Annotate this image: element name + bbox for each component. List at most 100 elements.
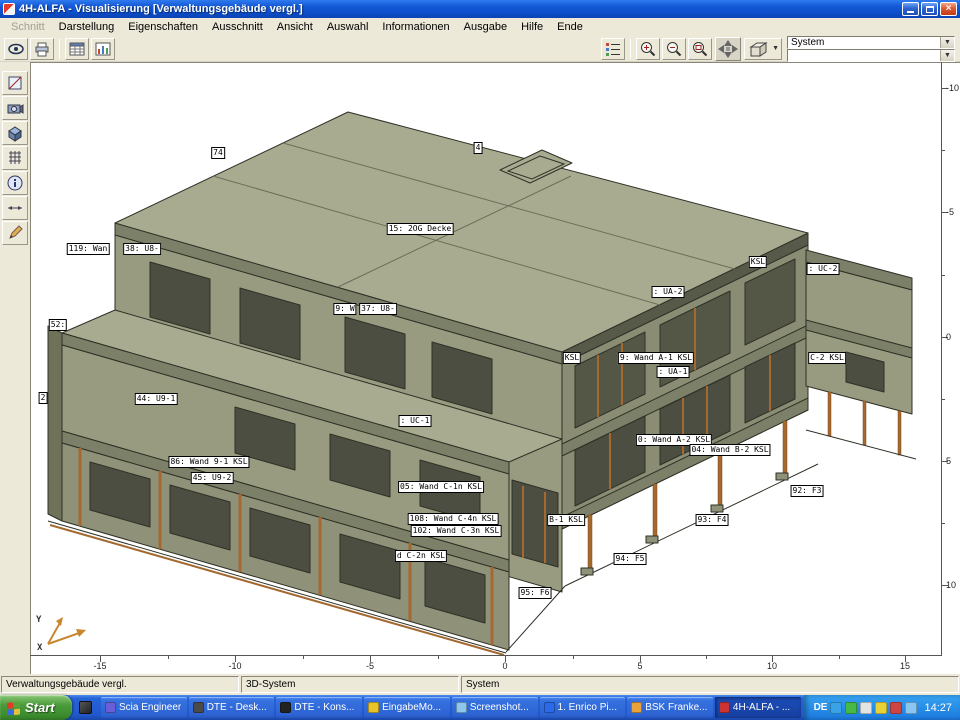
tray-icon-5[interactable] [890, 702, 902, 714]
toolbar-separator [59, 39, 60, 59]
statusbar: Verwaltungsgebäude vergl. 3D-System Syst… [0, 674, 960, 695]
tray-icon-4[interactable] [875, 702, 887, 714]
taskbar-item-bsk-franke[interactable]: BSK Franke... [627, 697, 713, 718]
ruler-value: -10 [946, 83, 959, 93]
numbered-view-button[interactable] [601, 38, 625, 60]
element-label: d C-2n KSL [395, 550, 447, 562]
titlebar: 4H-ALFA - Visualisierung [Verwaltungsgeb… [0, 0, 960, 18]
pan-control[interactable] [715, 37, 741, 61]
taskbar-item-1-enrico-pi[interactable]: 1. Enrico Pi... [540, 697, 626, 718]
element-label: : UA-2 [652, 286, 685, 298]
ruler-value: -10 [228, 661, 241, 671]
taskbar-item-label: DTE - Kons... [294, 702, 354, 713]
table-button[interactable] [65, 38, 89, 60]
close-button[interactable]: × [940, 2, 957, 16]
taskbar-app-icon [631, 702, 642, 713]
zoom-out-button[interactable] [662, 38, 686, 60]
element-label: 93: F4 [696, 514, 729, 526]
ruler-tick-minor [942, 523, 945, 524]
view-eye-button[interactable] [4, 38, 28, 60]
taskbar-item-screenshot[interactable]: Screenshot... [452, 697, 538, 718]
taskbar-item-dte-desk[interactable]: DTE - Desk... [189, 697, 275, 718]
secondary-combobox-value [788, 50, 940, 61]
element-label: C-2 KSL [808, 352, 846, 364]
ruler-value: 0 [502, 661, 507, 671]
print-button[interactable] [30, 38, 54, 60]
menu-ansicht[interactable]: Ansicht [270, 20, 320, 34]
quick-launch [72, 695, 98, 720]
minimize-button[interactable] [902, 2, 919, 16]
element-label: 45: U9-2 [191, 472, 234, 484]
ruler-tick-minor [942, 399, 945, 400]
taskbar: Start Scia Engineer DTE - Desk... DTE - Ko… [0, 695, 960, 720]
menu-ende[interactable]: Ende [550, 20, 590, 34]
chevron-down-icon: ▼ [772, 45, 779, 52]
ruler-tick-minor [839, 656, 840, 659]
ruler-value: -5 [366, 661, 374, 671]
view-tool-button[interactable] [2, 96, 28, 120]
numbered-list-icon [604, 40, 622, 58]
tray-icon-3[interactable] [860, 702, 872, 714]
axis-x-label: X [37, 643, 42, 653]
tray-icon-2[interactable] [845, 702, 857, 714]
drawing-canvas[interactable]: 74415: 2OG Decke119: Wan38: U8-9: W37: U… [30, 62, 960, 674]
info-tool-button[interactable] [2, 171, 28, 195]
ruler-value: 10 [767, 661, 777, 671]
taskbar-item-label: Screenshot... [470, 702, 529, 713]
taskbar-app-icon [368, 702, 379, 713]
language-indicator[interactable]: DE [814, 702, 828, 713]
taskbar-app-icon [193, 702, 204, 713]
taskbar-item-dte-kons[interactable]: DTE - Kons... [276, 697, 362, 718]
building-model[interactable] [48, 112, 916, 655]
ruler-tick-minor [168, 656, 169, 659]
element-label: 92: F3 [791, 485, 824, 497]
table-icon [68, 40, 86, 58]
menu-informationen[interactable]: Informationen [375, 20, 456, 34]
maximize-button[interactable] [921, 2, 938, 16]
element-label: 44: U9-1 [135, 393, 178, 405]
zoom-window-button[interactable] [688, 38, 712, 60]
element-label: KSL [749, 256, 767, 268]
menu-darstellung[interactable]: Darstellung [52, 20, 122, 34]
menu-hilfe[interactable]: Hilfe [514, 20, 550, 34]
tray-icon-6[interactable] [905, 702, 917, 714]
menu-ausgabe[interactable]: Ausgabe [457, 20, 514, 34]
taskbar-item-label: DTE - Desk... [207, 702, 267, 713]
ruler-tick-minor [942, 275, 945, 276]
ruler-value: 10 [946, 580, 956, 590]
task-buttons: Scia Engineer DTE - Desk... DTE - Kons... E… [98, 695, 804, 720]
combobox-arrow-button[interactable]: ▼ [940, 37, 954, 48]
measure-tool-button[interactable] [2, 196, 28, 220]
clock[interactable]: 14:27 [924, 702, 952, 714]
zoom-in-button[interactable] [636, 38, 660, 60]
tray-icon-1[interactable] [830, 702, 842, 714]
ruler-value: 5 [946, 456, 951, 466]
eye-icon [7, 40, 25, 58]
menu-eigenschaften[interactable]: Eigenschaften [121, 20, 205, 34]
taskbar-item-eingabemo[interactable]: EingabeMo... [364, 697, 450, 718]
ruler-value: 5 [637, 661, 642, 671]
tray-icons [830, 702, 917, 714]
render-tool-button[interactable] [2, 121, 28, 145]
printer-icon [33, 40, 51, 58]
element-label: : UC-1 [399, 415, 432, 427]
taskbar-item-scia-engineer[interactable]: Scia Engineer [101, 697, 187, 718]
main-area: 74415: 2OG Decke119: Wan38: U8-9: W37: U… [0, 62, 960, 674]
taskbar-item-4h-alfa[interactable]: 4H-ALFA - ... [715, 697, 801, 718]
grid-tool-button[interactable] [2, 146, 28, 170]
zoom-in-icon [639, 40, 657, 58]
edit-tool-button[interactable] [2, 221, 28, 245]
element-label: 108: Wand C-4n KSL [408, 513, 499, 525]
minimize-icon [907, 11, 914, 13]
element-label: 15: 2OG Decke [387, 223, 454, 235]
quick-launch-icon[interactable] [79, 701, 92, 714]
combobox-arrow-button[interactable]: ▼ [940, 50, 954, 61]
menu-auswahl[interactable]: Auswahl [320, 20, 376, 34]
start-button[interactable]: Start [0, 695, 72, 720]
system-combobox[interactable]: System ▼ ▼ [787, 36, 955, 62]
menu-ausschnitt[interactable]: Ausschnitt [205, 20, 270, 34]
projection-button[interactable]: ▼ [744, 38, 782, 60]
report-button[interactable] [91, 38, 115, 60]
element-label: 4 [474, 142, 483, 154]
section-tool-button[interactable] [2, 71, 28, 95]
